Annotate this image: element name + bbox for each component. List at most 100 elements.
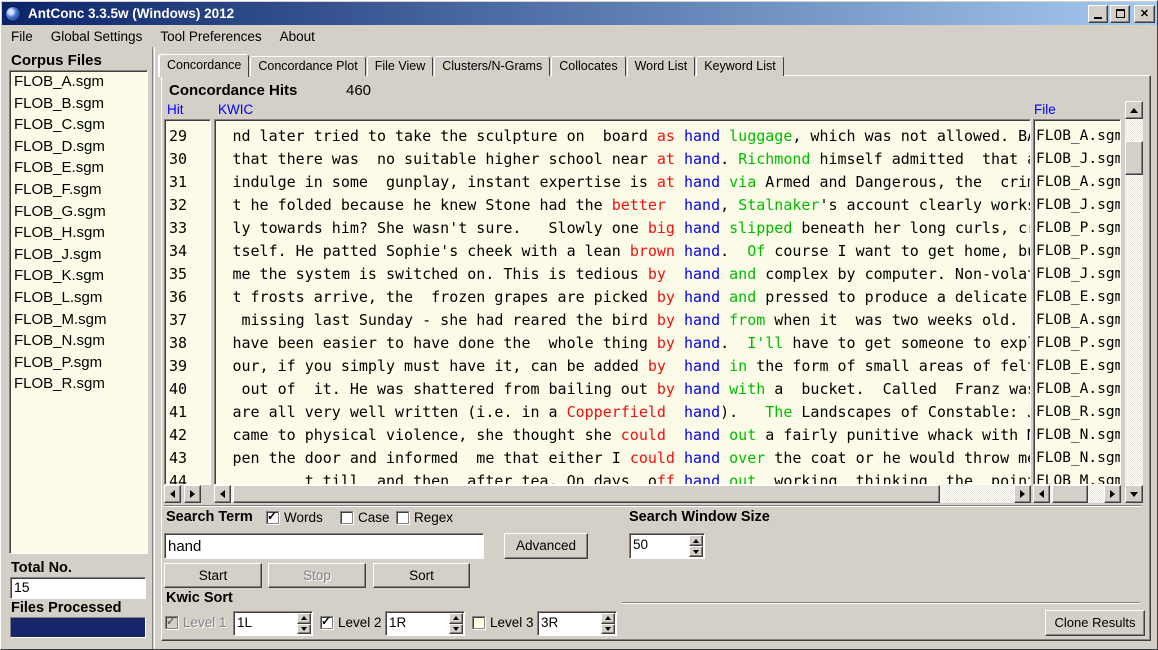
minimize-button[interactable] (1088, 5, 1108, 23)
concordance-row[interactable]: ly towards him? She wasn't sure. Slowly … (215, 217, 1030, 240)
file-name[interactable]: FLOB_A.sgm (1034, 309, 1120, 332)
file-name[interactable]: FLOB_A.sgm (1034, 171, 1120, 194)
keyword-hand[interactable]: hand (684, 194, 720, 217)
file-name[interactable]: FLOB_P.sgm (1034, 240, 1120, 263)
corpus-file-item[interactable]: FLOB_L.sgm (10, 287, 147, 309)
concordance-row[interactable]: t till and then after tea. On days off h… (215, 470, 1030, 485)
concordance-row[interactable]: tself. He patted Sophie's cheek with a l… (215, 240, 1030, 263)
scroll-right-button[interactable] (1104, 485, 1121, 503)
keyword-hand[interactable]: hand (684, 125, 720, 148)
tab-keyword-list[interactable]: Keyword List (696, 56, 784, 76)
level3-checkbox[interactable]: ✓ (472, 616, 485, 629)
tab-word-list[interactable]: Word List (627, 56, 696, 76)
scroll-down-button[interactable] (1125, 485, 1143, 503)
scroll-right-button[interactable] (1014, 485, 1031, 503)
corpus-file-item[interactable]: FLOB_F.sgm (10, 179, 147, 201)
keyword-hand[interactable]: hand (684, 309, 720, 332)
level1-spinner[interactable]: 1L (233, 611, 313, 636)
keyword-hand[interactable]: hand (684, 447, 720, 470)
spin-up-button[interactable] (689, 535, 703, 546)
clone-results-button[interactable]: Clone Results (1045, 610, 1145, 636)
maximize-button[interactable] (1110, 5, 1130, 23)
corpus-file-item[interactable]: FLOB_K.sgm (10, 265, 147, 287)
file-name[interactable]: FLOB_J.sgm (1034, 194, 1120, 217)
scroll-up-button[interactable] (1125, 101, 1143, 119)
tab-collocates[interactable]: Collocates (551, 56, 625, 76)
corpus-file-item[interactable]: FLOB_G.sgm (10, 201, 147, 223)
concordance-row[interactable]: missing last Sunday - she had reared the… (215, 309, 1030, 332)
file-name[interactable]: FLOB_N.sgm (1034, 447, 1120, 470)
scroll-left-button[interactable] (1033, 485, 1050, 503)
regex-checkbox[interactable]: ✓ (396, 511, 409, 524)
menu-item-about[interactable]: About (271, 26, 324, 47)
scroll-left-button[interactable] (164, 485, 181, 503)
level2-checkbox[interactable]: ✓ (320, 616, 333, 629)
spin-down-button[interactable] (449, 624, 463, 635)
spin-up-button[interactable] (297, 613, 311, 624)
keyword-hand[interactable]: hand (684, 355, 720, 378)
case-checkbox[interactable]: ✓ (340, 511, 353, 524)
corpus-file-item[interactable]: FLOB_B.sgm (10, 93, 147, 115)
keyword-hand[interactable]: hand (684, 401, 720, 424)
search-input[interactable] (164, 533, 484, 559)
file-scrollbar-thumb[interactable] (1052, 485, 1088, 503)
vertical-scrollbar-thumb[interactable] (1125, 141, 1143, 175)
concordance-row[interactable]: are all very well written (i.e. in a Cop… (215, 401, 1030, 424)
file-name[interactable]: FLOB_J.sgm (1034, 263, 1120, 286)
corpus-file-item[interactable]: FLOB_J.sgm (10, 244, 147, 266)
tab-concordance-plot[interactable]: Concordance Plot (250, 56, 365, 76)
file-name[interactable]: FLOB_A.sgm (1034, 125, 1120, 148)
keyword-hand[interactable]: hand (684, 148, 720, 171)
concordance-row[interactable]: pen the door and informed me that either… (215, 447, 1030, 470)
keyword-hand[interactable]: hand (684, 263, 720, 286)
corpus-file-item[interactable]: FLOB_E.sgm (10, 157, 147, 179)
concordance-row[interactable]: me the system is switched on. This is te… (215, 263, 1030, 286)
corpus-file-item[interactable]: FLOB_C.sgm (10, 114, 147, 136)
spin-up-button[interactable] (449, 613, 463, 624)
spin-up-button[interactable] (601, 613, 615, 624)
keyword-hand[interactable]: hand (684, 286, 720, 309)
concordance-row[interactable]: indulge in some gunplay, instant experti… (215, 171, 1030, 194)
spin-down-button[interactable] (689, 546, 703, 557)
tab-concordance[interactable]: Concordance (159, 54, 249, 77)
concordance-row[interactable]: out of it. He was shattered from bailing… (215, 378, 1030, 401)
concordance-row[interactable]: came to physical violence, she thought s… (215, 424, 1030, 447)
file-name[interactable]: FLOB_E.sgm (1034, 355, 1120, 378)
file-name[interactable]: FLOB_E.sgm (1034, 286, 1120, 309)
keyword-hand[interactable]: hand (684, 424, 720, 447)
corpus-file-item[interactable]: FLOB_M.sgm (10, 309, 147, 331)
menu-item-tool-preferences[interactable]: Tool Preferences (151, 26, 270, 47)
concordance-row[interactable]: have been easier to have done the whole … (215, 332, 1030, 355)
corpus-file-item[interactable]: FLOB_N.sgm (10, 330, 147, 352)
corpus-file-item[interactable]: FLOB_P.sgm (10, 352, 147, 374)
close-button[interactable]: ✕ (1134, 5, 1155, 23)
file-name[interactable]: FLOB_P.sgm (1034, 332, 1120, 355)
file-name[interactable]: FLOB_P.sgm (1034, 217, 1120, 240)
file-name[interactable]: FLOB_R.sgm (1034, 401, 1120, 424)
concordance-row[interactable]: nd later tried to take the sculpture on … (215, 125, 1030, 148)
start-button[interactable]: Start (164, 563, 262, 588)
keyword-hand[interactable]: hand (684, 332, 720, 355)
keyword-hand[interactable]: hand (684, 171, 720, 194)
scroll-right-button[interactable] (184, 485, 201, 503)
level2-spinner[interactable]: 1R (385, 611, 465, 636)
tab-file-view[interactable]: File View (367, 56, 433, 76)
kwic-scrollbar-thumb[interactable] (233, 485, 940, 503)
corpus-file-item[interactable]: FLOB_D.sgm (10, 136, 147, 158)
scroll-left-button[interactable] (214, 485, 231, 503)
panel-splitter[interactable] (152, 47, 155, 650)
keyword-hand[interactable]: hand (684, 378, 720, 401)
file-name[interactable]: FLOB_J.sgm (1034, 148, 1120, 171)
sort-button[interactable]: Sort (373, 563, 470, 588)
tab-clusters-n-grams[interactable]: Clusters/N-Grams (434, 56, 550, 76)
menu-item-file[interactable]: File (2, 26, 42, 47)
words-checkbox[interactable]: ✓ (266, 511, 279, 524)
corpus-file-item[interactable]: FLOB_R.sgm (10, 373, 147, 395)
keyword-hand[interactable]: hand (684, 240, 720, 263)
corpus-file-item[interactable]: FLOB_H.sgm (10, 222, 147, 244)
concordance-row[interactable]: our, if you simply must have it, can be … (215, 355, 1030, 378)
spin-down-button[interactable] (297, 624, 311, 635)
menu-item-global-settings[interactable]: Global Settings (42, 26, 152, 47)
keyword-hand[interactable]: hand (684, 217, 720, 240)
corpus-file-item[interactable]: FLOB_A.sgm (10, 71, 147, 93)
